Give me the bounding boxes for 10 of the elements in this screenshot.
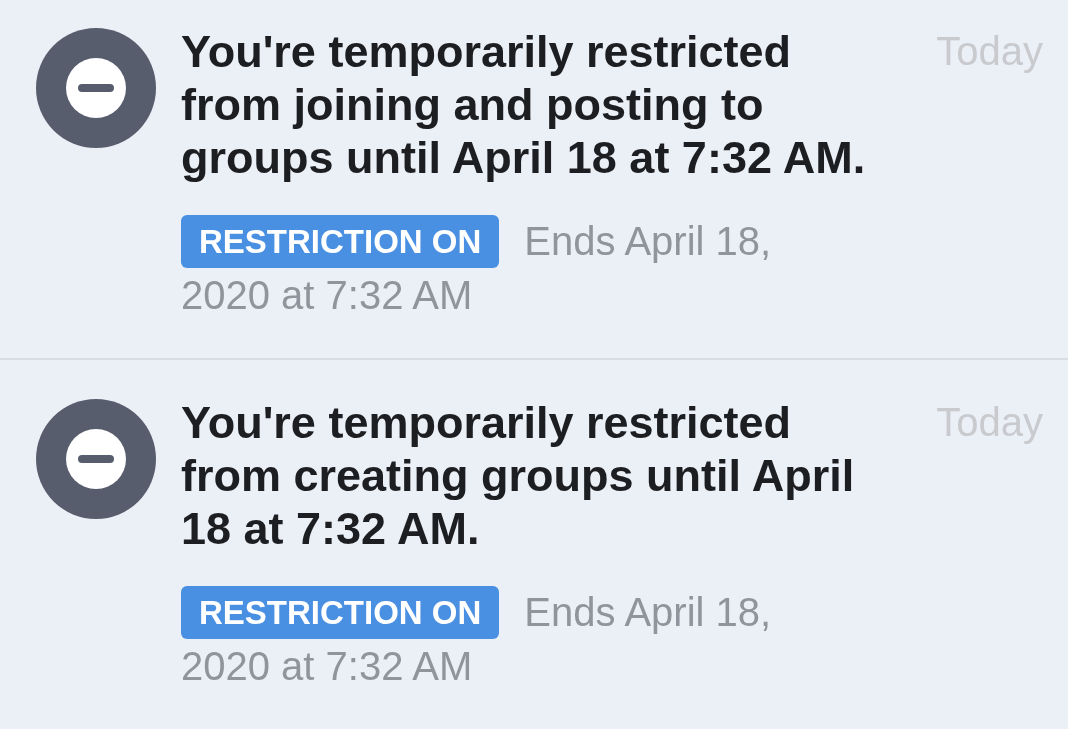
restriction-badge: RESTRICTION ON — [181, 214, 500, 268]
restriction-badge: RESTRICTION ON — [181, 585, 500, 639]
minus-circle-icon — [36, 399, 156, 519]
end-date-text: Ends April 18, — [524, 589, 772, 636]
end-date-text: 2020 at 7:32 AM — [181, 644, 473, 688]
end-date-text: Ends April 18, — [524, 218, 772, 265]
end-date-text: 2020 at 7:32 AM — [181, 273, 473, 317]
minus-circle-icon — [36, 28, 156, 148]
notification-title: You're temporarily restricted from creating groups until April 18 at 7:32 AM. — [181, 396, 856, 555]
notification-title: You're temporarily restricted from joining and posting to groups until April 18 at 7:32 AM. — [181, 25, 867, 184]
